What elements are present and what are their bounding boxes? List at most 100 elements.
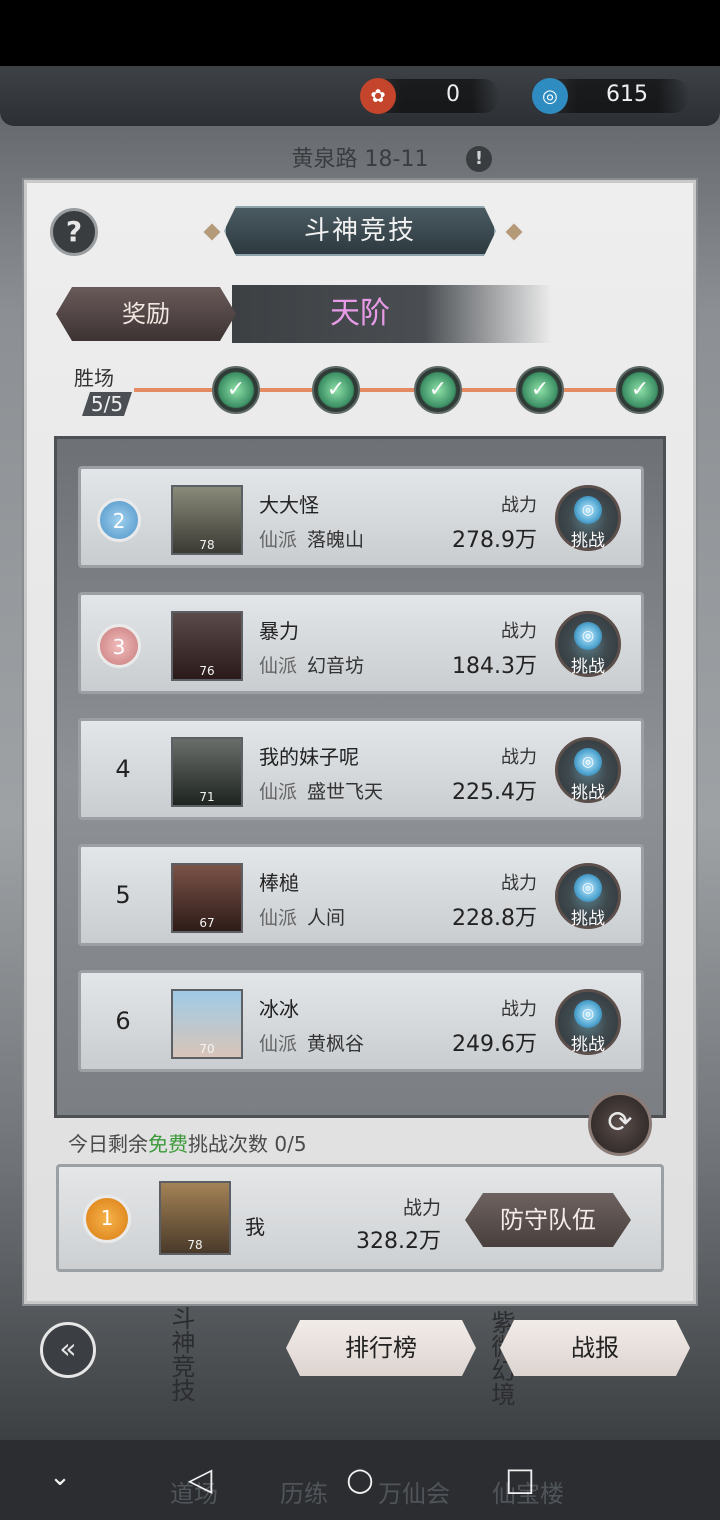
alert-icon[interactable]: !: [466, 146, 492, 172]
power-value: 328.2万: [356, 1229, 441, 1254]
battle-report-button[interactable]: 战报: [500, 1320, 690, 1376]
wins-count: 5/5: [82, 392, 132, 416]
power-label: 战力: [402, 1197, 441, 1219]
avatar-level: 78: [187, 1238, 203, 1252]
sword-swirl-icon: ◎: [574, 874, 602, 902]
free-attempts-text: 今日剩余免费挑战次数 0/5: [68, 1128, 428, 1157]
opponent-row: 3 76 暴力 仙派 幻音坊 战力 184.3万 ◎ 挑战: [78, 592, 644, 694]
sect-label: 仙派: [259, 907, 298, 929]
defense-team-button[interactable]: 防守队伍: [465, 1193, 631, 1247]
opponent-row: 4 71 我的妹子呢 仙派 盛世飞天 战力 225.4万 ◎ 挑战: [78, 718, 644, 820]
free-attempts-prefix: 今日剩余: [68, 1132, 148, 1156]
avatar-level: 67: [199, 916, 215, 930]
win-check-icon: ✓: [312, 366, 360, 414]
opponent-row: 5 67 棒槌 仙派 人间 战力 228.8万 ◎ 挑战: [78, 844, 644, 946]
player-name: 棒槌: [259, 871, 299, 895]
player-sect: 人间: [307, 907, 346, 929]
wins-label: 胜场: [74, 366, 114, 390]
leaderboard-button[interactable]: 排行榜: [286, 1320, 476, 1376]
power-label: 战力: [501, 621, 537, 642]
power-value: 184.3万: [452, 654, 537, 679]
my-rank-row: 1 78 我 战力 328.2万 防守队伍: [56, 1164, 664, 1272]
panel-title: 斗神竞技: [224, 206, 496, 256]
sword-swirl-icon: ◎: [574, 1000, 602, 1028]
rank-number: 5: [115, 881, 131, 909]
player-sect: 盛世飞天: [307, 781, 384, 803]
collapse-icon[interactable]: ⌄: [40, 1462, 80, 1492]
sect-label: 仙派: [259, 1033, 298, 1055]
recents-icon[interactable]: □: [500, 1460, 540, 1498]
home-icon[interactable]: ○: [340, 1460, 380, 1498]
challenge-button[interactable]: ◎ 挑战: [555, 863, 621, 929]
avatar[interactable]: 78: [159, 1181, 231, 1255]
avatar-level: 70: [199, 1042, 215, 1056]
rank-badge: 1: [83, 1195, 131, 1243]
red-token-icon: ✿: [360, 78, 396, 114]
rank-number: 4: [115, 755, 131, 783]
player-name: 暴力: [259, 619, 299, 643]
player-name: 大大怪: [259, 493, 319, 517]
opponent-row: 6 70 冰冰 仙派 黄枫谷 战力 249.6万 ◎ 挑战: [78, 970, 644, 1072]
challenge-label: 挑战: [571, 531, 605, 551]
tab-immortal-gathering[interactable]: 万仙会: [378, 1474, 450, 1509]
challenge-label: 挑战: [571, 657, 605, 677]
free-attempts-suffix: 挑战次数 0/5: [188, 1132, 307, 1156]
sect-label: 仙派: [259, 781, 298, 803]
power-value: 278.9万: [452, 528, 537, 553]
opponent-row: 2 78 大大怪 仙派 落魄山 战力 278.9万 ◎ 挑战: [78, 466, 644, 568]
back-arrow-icon[interactable]: «: [40, 1322, 96, 1378]
avatar-level: 76: [199, 664, 215, 678]
win-check-icon: ✓: [616, 366, 664, 414]
challenge-button[interactable]: ◎ 挑战: [555, 989, 621, 1055]
power-value: 225.4万: [452, 780, 537, 805]
sect-label: 仙派: [259, 529, 298, 551]
challenge-label: 挑战: [571, 909, 605, 929]
avatar-level: 78: [199, 538, 215, 552]
sword-swirl-icon: ◎: [574, 748, 602, 776]
player-sect: 落魄山: [307, 529, 365, 551]
win-check-icon: ✓: [516, 366, 564, 414]
avatar[interactable]: 67: [171, 863, 243, 933]
avatar[interactable]: 76: [171, 611, 243, 681]
player-name: 冰冰: [259, 997, 299, 1021]
back-icon[interactable]: ◁: [180, 1460, 220, 1498]
power-value: 228.8万: [452, 906, 537, 931]
win-check-icon: ✓: [414, 366, 462, 414]
status-bar: [0, 0, 720, 66]
sword-swirl-icon: ◎: [574, 496, 602, 524]
avatar[interactable]: 71: [171, 737, 243, 807]
rank-number: 6: [115, 1007, 131, 1035]
player-name: 我: [245, 1215, 265, 1239]
power-label: 战力: [501, 873, 537, 894]
currency-a-value: 0: [446, 82, 460, 107]
rank-badge: 3: [97, 624, 141, 668]
power-label: 战力: [501, 495, 537, 516]
player-sect: 黄枫谷: [307, 1033, 365, 1055]
power-label: 战力: [501, 999, 537, 1020]
avatar-level: 71: [199, 790, 215, 804]
win-check-icon: ✓: [212, 366, 260, 414]
challenge-label: 挑战: [571, 1035, 605, 1055]
vertical-label-left: 斗神竞技: [167, 1306, 195, 1402]
avatar[interactable]: 78: [171, 485, 243, 555]
free-attempts-free: 免费: [148, 1132, 188, 1156]
challenge-button[interactable]: ◎ 挑战: [555, 485, 621, 551]
challenge-button[interactable]: ◎ 挑战: [555, 737, 621, 803]
tab-training[interactable]: 历练: [280, 1474, 328, 1509]
rank-badge: 2: [97, 498, 141, 542]
blue-spirit-icon: ◎: [532, 78, 568, 114]
help-button[interactable]: ?: [50, 208, 98, 256]
power-value: 249.6万: [452, 1032, 537, 1057]
sword-swirl-icon: ◎: [574, 622, 602, 650]
sect-label: 仙派: [259, 655, 298, 677]
reward-button[interactable]: 奖励: [56, 287, 236, 341]
avatar[interactable]: 70: [171, 989, 243, 1059]
player-name: 我的妹子呢: [259, 745, 359, 769]
challenge-button[interactable]: ◎ 挑战: [555, 611, 621, 677]
rank-tier: 天阶: [330, 296, 390, 331]
refresh-icon[interactable]: ⟳: [588, 1092, 652, 1156]
power-label: 战力: [501, 747, 537, 768]
challenge-label: 挑战: [571, 783, 605, 803]
player-sect: 幻音坊: [307, 655, 365, 677]
currency-b-value: 615: [606, 82, 648, 107]
